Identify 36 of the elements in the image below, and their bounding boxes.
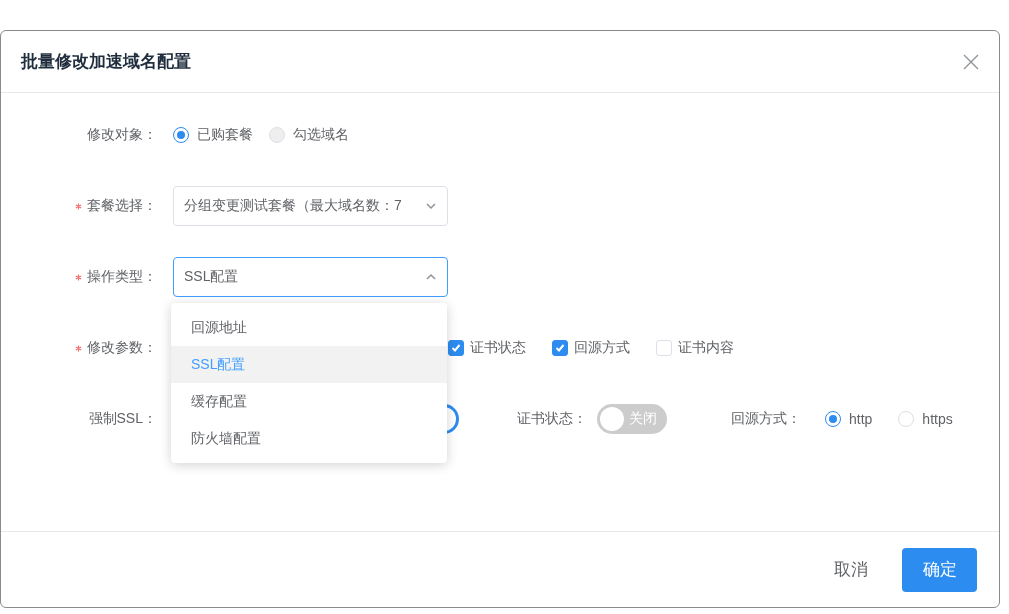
select-field[interactable]: SSL配置 [173, 257, 448, 297]
radio-button[interactable] [825, 411, 841, 427]
field-label: 修改对象： [87, 126, 157, 144]
field-label: 回源方式： [731, 410, 801, 428]
checkbox-label: 证书内容 [678, 339, 734, 357]
dropdown-option[interactable]: 回源地址 [171, 309, 447, 346]
radio-label: https [922, 411, 953, 427]
field-label: 证书状态： [517, 410, 587, 428]
checkbox-label: 回源方式 [574, 339, 630, 357]
check-icon [451, 343, 461, 353]
radio-option[interactable]: 已购套餐 [173, 126, 253, 144]
field-label: 操作类型： [87, 268, 157, 286]
checkbox-option[interactable]: 证书状态 [448, 339, 526, 357]
check-icon [555, 343, 565, 353]
field-label: 修改参数： [87, 339, 157, 357]
close-icon[interactable] [963, 53, 979, 70]
radio-option[interactable]: http [825, 411, 873, 427]
field-label: 套餐选择： [87, 197, 157, 215]
field-label: 强制SSL： [87, 410, 158, 428]
checkbox-option[interactable]: 回源方式 [552, 339, 630, 357]
checkbox[interactable] [552, 340, 568, 356]
chevron-down-icon [425, 200, 437, 212]
cancel-button[interactable]: 取消 [834, 558, 868, 581]
confirm-button[interactable]: 确定 [902, 547, 977, 592]
dropdown-option[interactable]: 缓存配置 [171, 383, 447, 420]
checkbox-option[interactable]: 证书内容 [656, 339, 734, 357]
dialog-title: 批量修改加速域名配置 [21, 51, 191, 73]
dropdown-option[interactable]: 防火墙配置 [171, 420, 447, 457]
radio-label: 勾选域名 [293, 126, 349, 144]
select-field[interactable]: 分组变更测试套餐（最大域名数：7 [173, 186, 448, 226]
checkbox[interactable] [448, 340, 464, 356]
checkbox-label: 证书状态 [470, 339, 526, 357]
radio-button[interactable] [173, 127, 189, 143]
radio-option[interactable]: https [898, 411, 953, 427]
radio-label: 已购套餐 [197, 126, 253, 144]
radio-label: http [849, 411, 873, 427]
